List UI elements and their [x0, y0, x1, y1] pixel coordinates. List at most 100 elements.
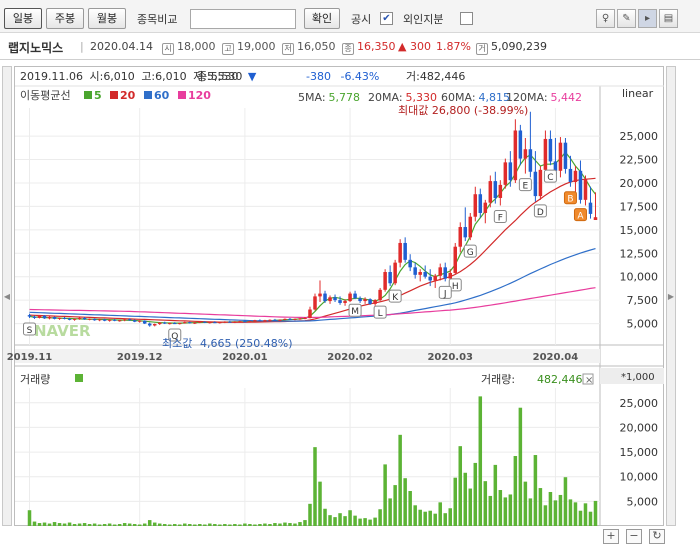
price-tick-label: 12,500 — [620, 247, 659, 260]
ma-legend-label: 60 — [154, 89, 170, 102]
candle-body — [263, 320, 267, 322]
candle-body — [122, 319, 127, 321]
candle-body — [328, 297, 332, 302]
volume-bar — [62, 523, 67, 526]
candle-body — [403, 242, 407, 260]
candle-body — [588, 202, 593, 214]
volume-bar — [188, 524, 192, 526]
candle-body — [288, 318, 292, 320]
volume-bar — [308, 503, 312, 526]
ma-line-60 — [29, 248, 596, 322]
candle-body — [338, 300, 342, 303]
candle-body — [188, 322, 192, 324]
volume-bar — [147, 520, 152, 526]
volume-tick-label: 25,000 — [620, 397, 659, 410]
volume-bar — [27, 510, 32, 526]
volume-bar — [87, 524, 92, 526]
price-volume-chart[interactable]: 2019.11 2019.12 2020.01 2020.02 2020.03 2020.… — [0, 0, 700, 545]
ma-legend-label: 120 — [188, 89, 211, 102]
price-tick-label: 7,500 — [627, 294, 659, 307]
volume-bar — [553, 500, 558, 526]
volume-bar — [398, 434, 402, 526]
zoom-out-button[interactable]: − — [626, 529, 642, 544]
candle-body — [353, 293, 357, 299]
pattern-marker-label: D — [537, 208, 544, 218]
candle-body — [152, 324, 157, 326]
candle-body — [508, 162, 513, 181]
candle-body — [438, 267, 442, 276]
candle-body — [493, 181, 498, 198]
candle-body — [538, 169, 543, 197]
candle-body — [127, 319, 132, 321]
candle-body — [223, 321, 227, 323]
candle-body — [57, 317, 62, 319]
volume-bar — [72, 524, 77, 526]
ma-legend-swatch — [178, 91, 186, 99]
candle-body — [473, 194, 478, 217]
zoom-in-button[interactable]: + — [603, 529, 619, 544]
candle-body — [77, 317, 82, 319]
candle-body — [273, 319, 277, 321]
close-icon[interactable]: × — [585, 375, 593, 386]
volume-bar — [498, 490, 503, 526]
candle-body — [398, 242, 402, 263]
price-tick-label: 25,000 — [620, 130, 659, 143]
volume-bar — [117, 524, 122, 526]
candle-body — [37, 315, 42, 318]
volume-bar — [42, 522, 47, 526]
volume-bar — [313, 447, 317, 526]
price-tick-label: 20,000 — [620, 177, 659, 190]
candle-body — [498, 184, 503, 198]
refresh-button[interactable]: ↻ — [649, 529, 665, 544]
volume-bar — [268, 524, 272, 526]
volume-bar — [493, 464, 498, 526]
candle-body — [428, 276, 432, 281]
pattern-marker-label: H — [452, 282, 459, 292]
volume-bar — [137, 524, 142, 526]
ma-legend-swatch — [144, 91, 152, 99]
candle-body — [82, 317, 87, 320]
candle-body — [243, 321, 247, 323]
volume-bar — [102, 524, 107, 526]
volume-readout: 482,446 — [537, 373, 583, 386]
volume-bar — [483, 481, 488, 526]
volume-bar — [523, 481, 528, 526]
candle-body — [52, 317, 57, 319]
candle-body — [433, 275, 437, 281]
candle-body — [418, 272, 422, 275]
volume-bar — [283, 522, 287, 526]
candle-body — [488, 181, 493, 203]
volume-bar — [573, 502, 578, 526]
min-value: 4,665 (250.48%) — [200, 337, 293, 350]
volume-bar — [298, 522, 302, 526]
date-tick-label: 2019.11 — [7, 352, 53, 363]
volume-bar — [162, 524, 167, 526]
volume-bar — [538, 488, 543, 526]
candle-body — [62, 317, 67, 319]
candle-body — [142, 320, 147, 324]
volume-bar — [142, 523, 147, 526]
volume-readout-label: 거래량: — [481, 373, 515, 386]
candle-body — [583, 179, 588, 200]
volume-axis: 25,000 20,000 15,000 10,000 5,000 — [620, 397, 659, 509]
volume-bar — [323, 508, 327, 526]
candles — [27, 111, 598, 327]
volume-legend-swatch — [75, 374, 83, 382]
candle-body — [258, 320, 262, 322]
volume-bar — [348, 510, 352, 526]
candle-body — [443, 267, 447, 279]
volume-bar — [358, 518, 362, 526]
x-axis-band — [15, 349, 600, 363]
x-axis: 2019.11 2019.12 2020.01 2020.02 2020.03 2020.… — [7, 349, 600, 363]
volume-bar — [448, 508, 452, 526]
volume-bar — [548, 491, 553, 526]
volume-unit: *1,000 — [621, 372, 655, 383]
candle-body — [162, 322, 167, 324]
ma-legend-label: 20 — [120, 89, 136, 102]
date-tick-label: 2019.12 — [117, 352, 163, 363]
date-tick-label: 2020.03 — [427, 352, 473, 363]
pattern-marker-label: B — [567, 195, 573, 205]
volume-bar — [288, 523, 292, 526]
volume-bar — [178, 524, 182, 526]
volume-bar — [508, 494, 513, 526]
